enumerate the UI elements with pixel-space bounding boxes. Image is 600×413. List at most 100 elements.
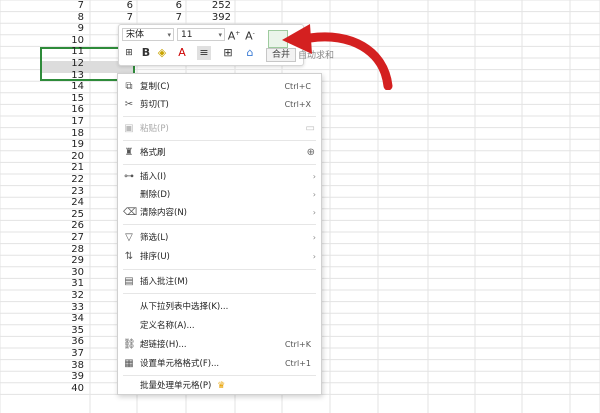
- menu-paste-label: 粘贴(P): [140, 124, 169, 134]
- row-number: 15: [71, 92, 84, 104]
- row-number: 30: [71, 266, 84, 278]
- row-number: 11: [71, 46, 84, 58]
- menu-pick-from-list-label: 从下拉列表中选择(K)...: [140, 302, 229, 312]
- menu-delete-label: 删除(D): [140, 190, 171, 200]
- align-center-icon[interactable]: ≡: [197, 46, 211, 60]
- row-number: 31: [71, 278, 84, 290]
- menu-batch-cells-label-wrap: 批量处理单元格(P) ♛: [140, 377, 225, 395]
- row-number: 25: [71, 208, 84, 220]
- row-number: 35: [71, 324, 84, 336]
- menu-insert-label: 插入(I): [140, 172, 167, 182]
- menu-clear[interactable]: ⌫ 清除内容(N) ›: [118, 204, 321, 222]
- row-number: 16: [71, 104, 84, 116]
- clear-format-icon[interactable]: ⌂: [243, 46, 257, 60]
- chevron-right-icon: ›: [312, 208, 316, 217]
- context-menu: ⧉ 复制(C) Ctrl+C ✂ 剪切(T) Ctrl+X ▣ 粘贴(P) ▭ …: [117, 73, 322, 395]
- row-number: 38: [71, 359, 84, 371]
- row-number: 18: [71, 127, 84, 139]
- menu-filter[interactable]: ▽ 筛选(L) ›: [118, 229, 321, 247]
- menu-separator: [123, 293, 316, 294]
- row-number: 34: [71, 313, 84, 325]
- chevron-right-icon: ›: [312, 252, 316, 261]
- chevron-right-icon: ›: [312, 190, 316, 199]
- menu-define-name[interactable]: 定义名称(A)...: [118, 317, 321, 335]
- insert-icon: ⊶: [124, 171, 134, 182]
- menu-separator: [123, 140, 316, 141]
- increase-font-icon[interactable]: A+: [227, 27, 241, 44]
- menu-cut[interactable]: ✂ 剪切(T) Ctrl+X: [118, 96, 321, 114]
- menu-delete[interactable]: 删除(D) ›: [118, 186, 321, 204]
- decrease-font-icon[interactable]: A-: [243, 27, 257, 44]
- row-number: 17: [71, 116, 84, 127]
- menu-hyperlink[interactable]: ⛓ 超链接(H)... Ctrl+K: [118, 336, 321, 354]
- row-number: 14: [71, 81, 84, 93]
- borders-icon[interactable]: ⊞: [221, 46, 235, 60]
- font-name-dropdown[interactable]: 宋体 ▾: [122, 28, 174, 41]
- menu-paste[interactable]: ▣ 粘贴(P) ▭: [118, 120, 321, 138]
- menu-sort-label: 排序(U): [140, 252, 170, 262]
- row-number: 27: [71, 232, 84, 243]
- menu-filter-label: 筛选(L): [140, 233, 169, 243]
- menu-insert-comment-label: 插入批注(M): [140, 277, 188, 287]
- link-icon: ⛓: [123, 339, 136, 350]
- menu-copy-label: 复制(C): [140, 82, 170, 92]
- cell-value[interactable]: 252: [186, 0, 231, 12]
- menu-format-painter-label: 格式刷: [140, 148, 166, 158]
- menu-pick-from-list[interactable]: 从下拉列表中选择(K)...: [118, 298, 321, 316]
- sort-icon: ⇅: [124, 251, 134, 262]
- crown-icon: ♛: [217, 381, 226, 391]
- menu-separator: [123, 269, 316, 270]
- font-size-value: 11: [181, 30, 193, 40]
- menu-cut-label: 剪切(T): [140, 100, 169, 110]
- row-number: 9: [77, 23, 84, 35]
- copy-icon: ⧉: [125, 81, 133, 92]
- comment-icon: ▤: [124, 276, 134, 287]
- row-number: 36: [71, 336, 84, 348]
- row-number: 20: [71, 150, 84, 162]
- row-number: 10: [71, 34, 84, 46]
- paste-options-icon: ▭: [305, 123, 315, 134]
- row-number: 23: [71, 185, 84, 197]
- annotation-arrow: [282, 24, 393, 90]
- row-number: 32: [71, 290, 84, 301]
- menu-format-cells[interactable]: ▦ 设置单元格格式(F)... Ctrl+1: [118, 355, 321, 373]
- chevron-down-icon: ▾: [167, 31, 171, 39]
- menu-format-cells-shortcut: Ctrl+1: [284, 359, 311, 368]
- cell-value[interactable]: 6: [137, 0, 182, 12]
- cell-value[interactable]: 7: [137, 12, 182, 24]
- cell-value[interactable]: 6: [90, 0, 133, 12]
- menu-batch-cells-label: 批量处理单元格(P): [140, 381, 212, 391]
- merge-cells-small-icon[interactable]: ⊞: [122, 46, 136, 60]
- menu-sort[interactable]: ⇅ 排序(U) ›: [118, 248, 321, 266]
- menu-separator: [123, 224, 316, 225]
- format-painter-lock-icon: ⊕: [306, 147, 315, 158]
- row-number: 26: [71, 220, 84, 232]
- menu-define-name-label: 定义名称(A)...: [140, 321, 195, 331]
- menu-hyperlink-shortcut: Ctrl+K: [284, 340, 311, 349]
- row-number: 12: [71, 58, 84, 69]
- cell-value[interactable]: 392: [186, 12, 231, 24]
- menu-separator: [123, 375, 316, 376]
- row-number: 24: [71, 197, 84, 209]
- row-number: 39: [71, 371, 84, 383]
- font-name-value: 宋体: [126, 30, 145, 40]
- menu-clear-label: 清除内容(N): [140, 208, 187, 218]
- menu-format-painter[interactable]: ♜ 格式刷 ⊕: [118, 144, 321, 162]
- cell-value[interactable]: 7: [90, 12, 133, 24]
- row-number: 7: [77, 0, 84, 11]
- chevron-down-icon: ▾: [218, 31, 222, 39]
- scissors-icon: ✂: [124, 99, 134, 110]
- menu-cut-shortcut: Ctrl+X: [284, 100, 311, 109]
- font-color-icon[interactable]: A: [175, 46, 189, 60]
- menu-insert[interactable]: ⊶ 插入(I) ›: [118, 168, 321, 186]
- menu-batch-cells[interactable]: 批量处理单元格(P) ♛: [118, 377, 321, 395]
- menu-insert-comment[interactable]: ▤ 插入批注(M): [118, 273, 321, 291]
- chevron-right-icon: ›: [312, 233, 316, 242]
- row-number: 33: [71, 301, 84, 313]
- row-number: 8: [77, 11, 84, 23]
- chevron-right-icon: ›: [312, 172, 316, 181]
- bold-icon[interactable]: B: [139, 46, 153, 60]
- font-size-dropdown[interactable]: 11 ▾: [177, 28, 225, 41]
- fill-color-icon[interactable]: ◈: [155, 46, 169, 60]
- menu-hyperlink-label: 超链接(H)...: [140, 340, 187, 350]
